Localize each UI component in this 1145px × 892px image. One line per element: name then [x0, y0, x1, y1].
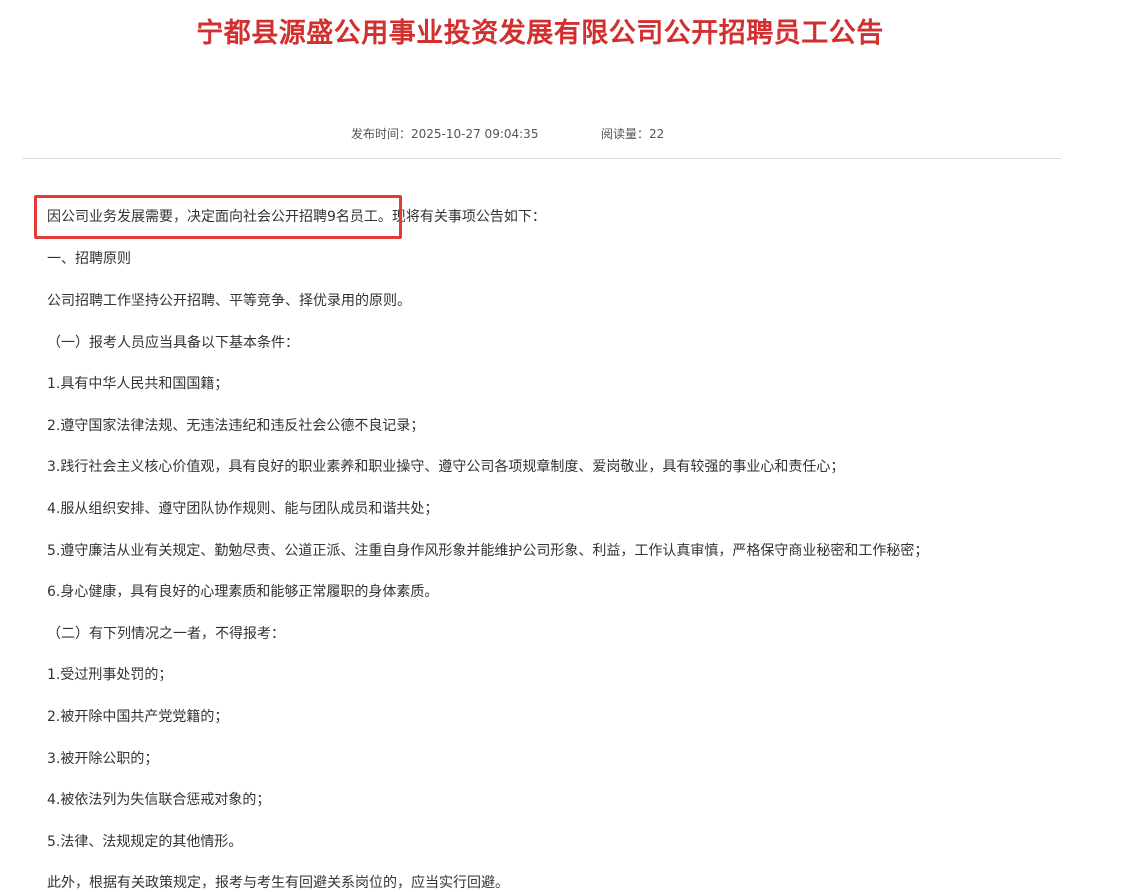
article-paragraph: 2.遵守国家法律法规、无违法违纪和违反社会公德不良记录；	[47, 418, 425, 434]
article-paragraph: 4.服从组织安排、遵守团队协作规则、能与团队成员和谐共处；	[47, 501, 439, 517]
article-paragraph: 1.受过刑事处罚的；	[47, 667, 173, 683]
view-count: 阅读量：22	[601, 127, 665, 141]
article-paragraph: 4.被依法列为失信联合惩戒对象的；	[47, 792, 271, 808]
article-paragraph: 此外，根据有关政策规定，报考与考生有回避关系岗位的，应当实行回避。	[47, 875, 509, 891]
article-paragraph: 2.被开除中国共产党党籍的；	[47, 709, 229, 725]
title-divider	[22, 158, 1061, 159]
publish-time: 发布时间：2025-10-27 09:04:35	[351, 127, 539, 141]
article-paragraph: 1.具有中华人民共和国国籍；	[47, 376, 229, 392]
page-title: 宁都县源盛公用事业投资发展有限公司公开招聘员工公告	[196, 18, 884, 49]
article-paragraph: （一）报考人员应当具备以下基本条件：	[47, 335, 299, 351]
article-paragraph: 5.遵守廉洁从业有关规定、勤勉尽责、公道正派、注重自身作风形象并能维护公司形象、…	[47, 543, 929, 559]
article-paragraph: 6.身心健康，具有良好的心理素质和能够正常履职的身体素质。	[47, 584, 439, 600]
article-paragraph: 一、招聘原则	[47, 251, 131, 267]
article-meta: 发布时间：2025-10-27 09:04:35 阅读量：22	[0, 124, 1145, 144]
article-paragraph: 3.践行社会主义核心价值观，具有良好的职业素养和职业操守、遵守公司各项规章制度、…	[47, 459, 845, 475]
article-paragraph: 公司招聘工作坚持公开招聘、平等竞争、择优录用的原则。	[47, 293, 411, 309]
article-paragraph: 因公司业务发展需要，决定面向社会公开招聘9名员工。现将有关事项公告如下：	[47, 209, 546, 225]
article-paragraph: 5.法律、法规规定的其他情形。	[47, 834, 243, 850]
article-paragraph: （二）有下列情况之一者，不得报考：	[47, 626, 285, 642]
article-paragraph: 3.被开除公职的；	[47, 751, 159, 767]
